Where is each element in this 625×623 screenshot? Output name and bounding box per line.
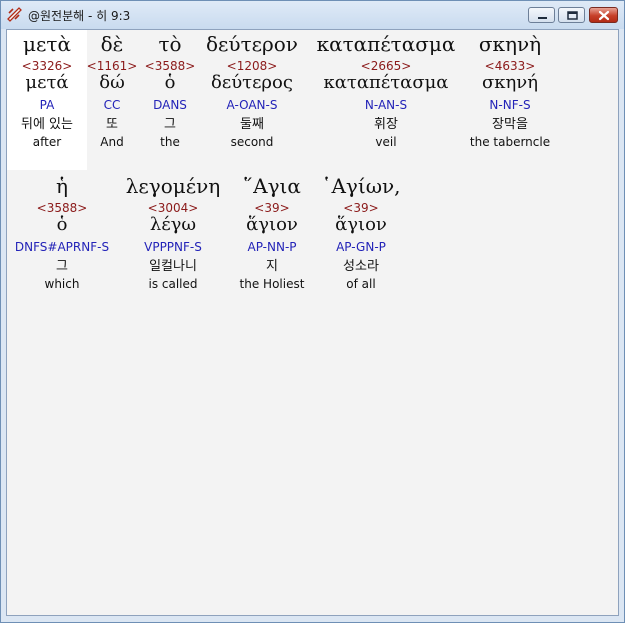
greek-word: ῾Αγίων, [321,174,401,198]
minimize-button[interactable] [528,7,555,23]
app-window: @원전분해 - 히 9:3 μετὰ <3326> μετά PA 뒤에 있는 … [0,0,625,623]
parsing-code: AP-GN-P [336,240,386,254]
app-icon [6,6,22,22]
word-block[interactable]: σκηνὴ <4633> σκηνή N-NF-S 장막을 the tabern… [470,30,550,150]
lexical-form: σκηνή [481,72,539,93]
english-gloss: the taberncle [469,135,551,149]
parsing-code: N-NF-S [489,98,531,112]
korean-gloss: 장막을 [492,117,528,132]
greek-word: σκηνὴ [478,32,542,56]
title-bar[interactable]: @원전분해 - 히 9:3 [1,1,624,29]
strong-number[interactable]: <4633> [430,60,590,72]
close-icon [598,10,610,21]
korean-gloss: 성소라 [343,259,379,274]
maximize-icon [567,11,578,20]
word-block[interactable]: ἡ <3588> ὁ DNFS#APRNF-S 그 which [15,172,109,292]
lexical-form: ἅγιον [335,214,387,235]
english-gloss: of all [346,277,376,291]
interlinear-view[interactable]: μετὰ <3326> μετά PA 뒤에 있는 after δὲ <1161… [6,29,619,616]
strong-number[interactable]: <39> [281,202,441,214]
word-block[interactable]: ῾Αγίων, <39> ἅγιον AP-GN-P 성소라 of all [321,172,401,292]
maximize-button[interactable] [558,7,585,23]
word-block[interactable]: καταπέτασμα <2665> καταπέτασμα N-AN-S 휘장… [317,30,456,150]
minimize-icon [538,17,547,19]
close-button[interactable] [589,7,618,23]
window-title: @원전분해 - 히 9:3 [28,9,131,23]
word-block[interactable]: δεύτερον <1208> δεύτερος A-OAN-S 둘째 seco… [206,30,298,150]
